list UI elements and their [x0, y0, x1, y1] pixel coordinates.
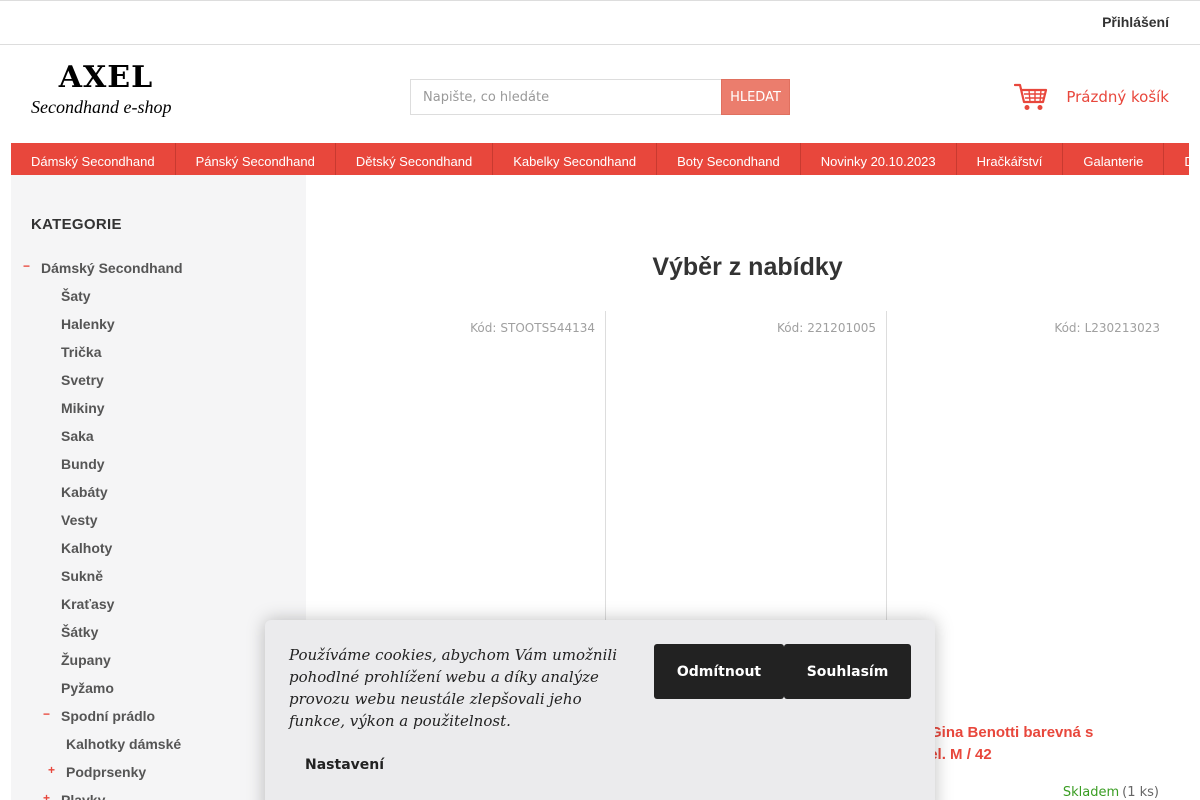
category-link[interactable]: Sukně	[61, 562, 103, 590]
expand-icon[interactable]: +	[48, 758, 58, 786]
category-item: + Plavky	[11, 786, 306, 800]
cart-icon[interactable]	[1014, 82, 1048, 112]
nav-item-detsky-secondhand[interactable]: Dětský Secondhand	[336, 143, 494, 175]
cookie-settings-link[interactable]: Nastavení	[305, 757, 384, 773]
category-link[interactable]: Trička	[61, 338, 101, 366]
logo-title: AXEL	[58, 60, 154, 95]
category-item: + Podprsenky	[11, 758, 306, 786]
logo-subtitle: Secondhand e-shop	[31, 97, 172, 117]
category-link[interactable]: Kalhoty	[61, 534, 112, 562]
category-item: Kalhoty	[11, 534, 306, 562]
category-item: Trička	[11, 338, 306, 366]
nav-item-more[interactable]: D	[1164, 143, 1189, 175]
category-item: Vesty	[11, 506, 306, 534]
stock-status: Skladem	[1062, 785, 1120, 800]
product-code-label: Kód:	[1054, 321, 1081, 335]
sidebar-title: KATEGORIE	[31, 216, 122, 233]
category-item: Mikiny	[11, 394, 306, 422]
login-link[interactable]: Přihlášení	[1102, 14, 1169, 30]
cart-link[interactable]: Prázdný košík	[1066, 88, 1169, 106]
category-link[interactable]: Kabáty	[61, 478, 108, 506]
category-link[interactable]: Halenky	[61, 310, 115, 338]
category-item: Svetry	[11, 366, 306, 394]
accept-cookies-button[interactable]: Souhlasím	[784, 644, 911, 699]
nav-item-kabelky-secondhand[interactable]: Kabelky Secondhand	[493, 143, 658, 175]
category-link[interactable]: Šaty	[61, 282, 91, 310]
category-link[interactable]: Župany	[61, 646, 111, 674]
category-link[interactable]: Mikiny	[61, 394, 105, 422]
category-item: Šátky	[11, 618, 306, 646]
category-item: Župany	[11, 646, 306, 674]
category-item: Kalhotky dámské	[11, 730, 306, 758]
product-code-value: 221201005	[807, 321, 876, 335]
category-item: − Spodní prádlo	[11, 702, 306, 730]
collapse-icon[interactable]: −	[43, 702, 53, 730]
category-link[interactable]: Vesty	[61, 506, 98, 534]
nav-item-damsky-secondhand[interactable]: Dámský Secondhand	[11, 143, 176, 175]
category-link[interactable]: Šátky	[61, 618, 98, 646]
category-link[interactable]: Saka	[61, 422, 94, 450]
category-item: Bundy	[11, 450, 306, 478]
nav-item-galanterie[interactable]: Galanterie	[1063, 143, 1165, 175]
category-item: Pyžamo	[11, 674, 306, 702]
category-item: Kraťasy	[11, 590, 306, 618]
product-code-label: Kód:	[470, 321, 497, 335]
nav-item-novinky[interactable]: Novinky 20.10.2023	[801, 143, 957, 175]
category-item: Šaty	[11, 282, 306, 310]
reject-cookies-button[interactable]: Odmítnout	[654, 644, 784, 699]
product-code: Kód: 221201005	[777, 321, 876, 335]
category-link-damsky-secondhand[interactable]: Dámský Secondhand	[41, 254, 183, 282]
nav-item-boty-secondhand[interactable]: Boty Secondhand	[657, 143, 801, 175]
category-link-spodni-pradlo[interactable]: Spodní prádlo	[61, 702, 155, 730]
nav-item-hrackarstvi[interactable]: Hračkářství	[957, 143, 1064, 175]
product-code-label: Kód:	[777, 321, 804, 335]
category-link[interactable]: Kalhotky dámské	[66, 730, 181, 758]
category-item: Saka	[11, 422, 306, 450]
product-code: Kód: STOOTS544134	[470, 321, 595, 335]
category-link-plavky[interactable]: Plavky	[61, 786, 105, 800]
category-link[interactable]: Pyžamo	[61, 674, 114, 702]
site-logo[interactable]: AXEL Secondhand e-shop	[31, 62, 181, 124]
product-code-value: STOOTS544134	[500, 321, 595, 335]
category-item: − Dámský Secondhand	[11, 254, 306, 282]
cookie-consent-banner: Používáme cookies, abychom Vám umožnili …	[265, 620, 935, 800]
top-bar: Přihlášení	[0, 0, 1200, 45]
search-input[interactable]	[410, 79, 722, 115]
category-item: Halenky	[11, 310, 306, 338]
category-link[interactable]: Kraťasy	[61, 590, 114, 618]
collapse-icon[interactable]: −	[23, 254, 33, 282]
category-sidebar: KATEGORIE − Dámský Secondhand Šaty Halen…	[11, 175, 306, 800]
nav-item-pansky-secondhand[interactable]: Pánský Secondhand	[176, 143, 336, 175]
category-list: − Dámský Secondhand Šaty Halenky Trička …	[11, 254, 306, 800]
cookie-text: Používáme cookies, abychom Vám umožnili …	[289, 646, 617, 730]
product-code: Kód: L230213023	[1054, 321, 1160, 335]
category-link[interactable]: Bundy	[61, 450, 105, 478]
category-item: Kabáty	[11, 478, 306, 506]
category-link-podprsenky[interactable]: Podprsenky	[66, 758, 146, 786]
category-link[interactable]: Svetry	[61, 366, 104, 394]
expand-icon[interactable]: +	[43, 786, 53, 800]
stock-quantity: (1 ks)	[1122, 785, 1159, 800]
section-heading: Výběr z nabídky	[652, 253, 843, 281]
category-item: Sukně	[11, 562, 306, 590]
stock-info: Skladem (1 ks)	[1063, 785, 1159, 800]
product-code-value: L230213023	[1084, 321, 1160, 335]
main-navigation: Dámský Secondhand Pánský Secondhand Dětský…	[11, 143, 1189, 175]
product-title-link[interactable]: nka Gina Benotti barevná s ky vel. M / 4…	[900, 722, 1162, 766]
search-button[interactable]: HLEDAT	[721, 79, 790, 115]
